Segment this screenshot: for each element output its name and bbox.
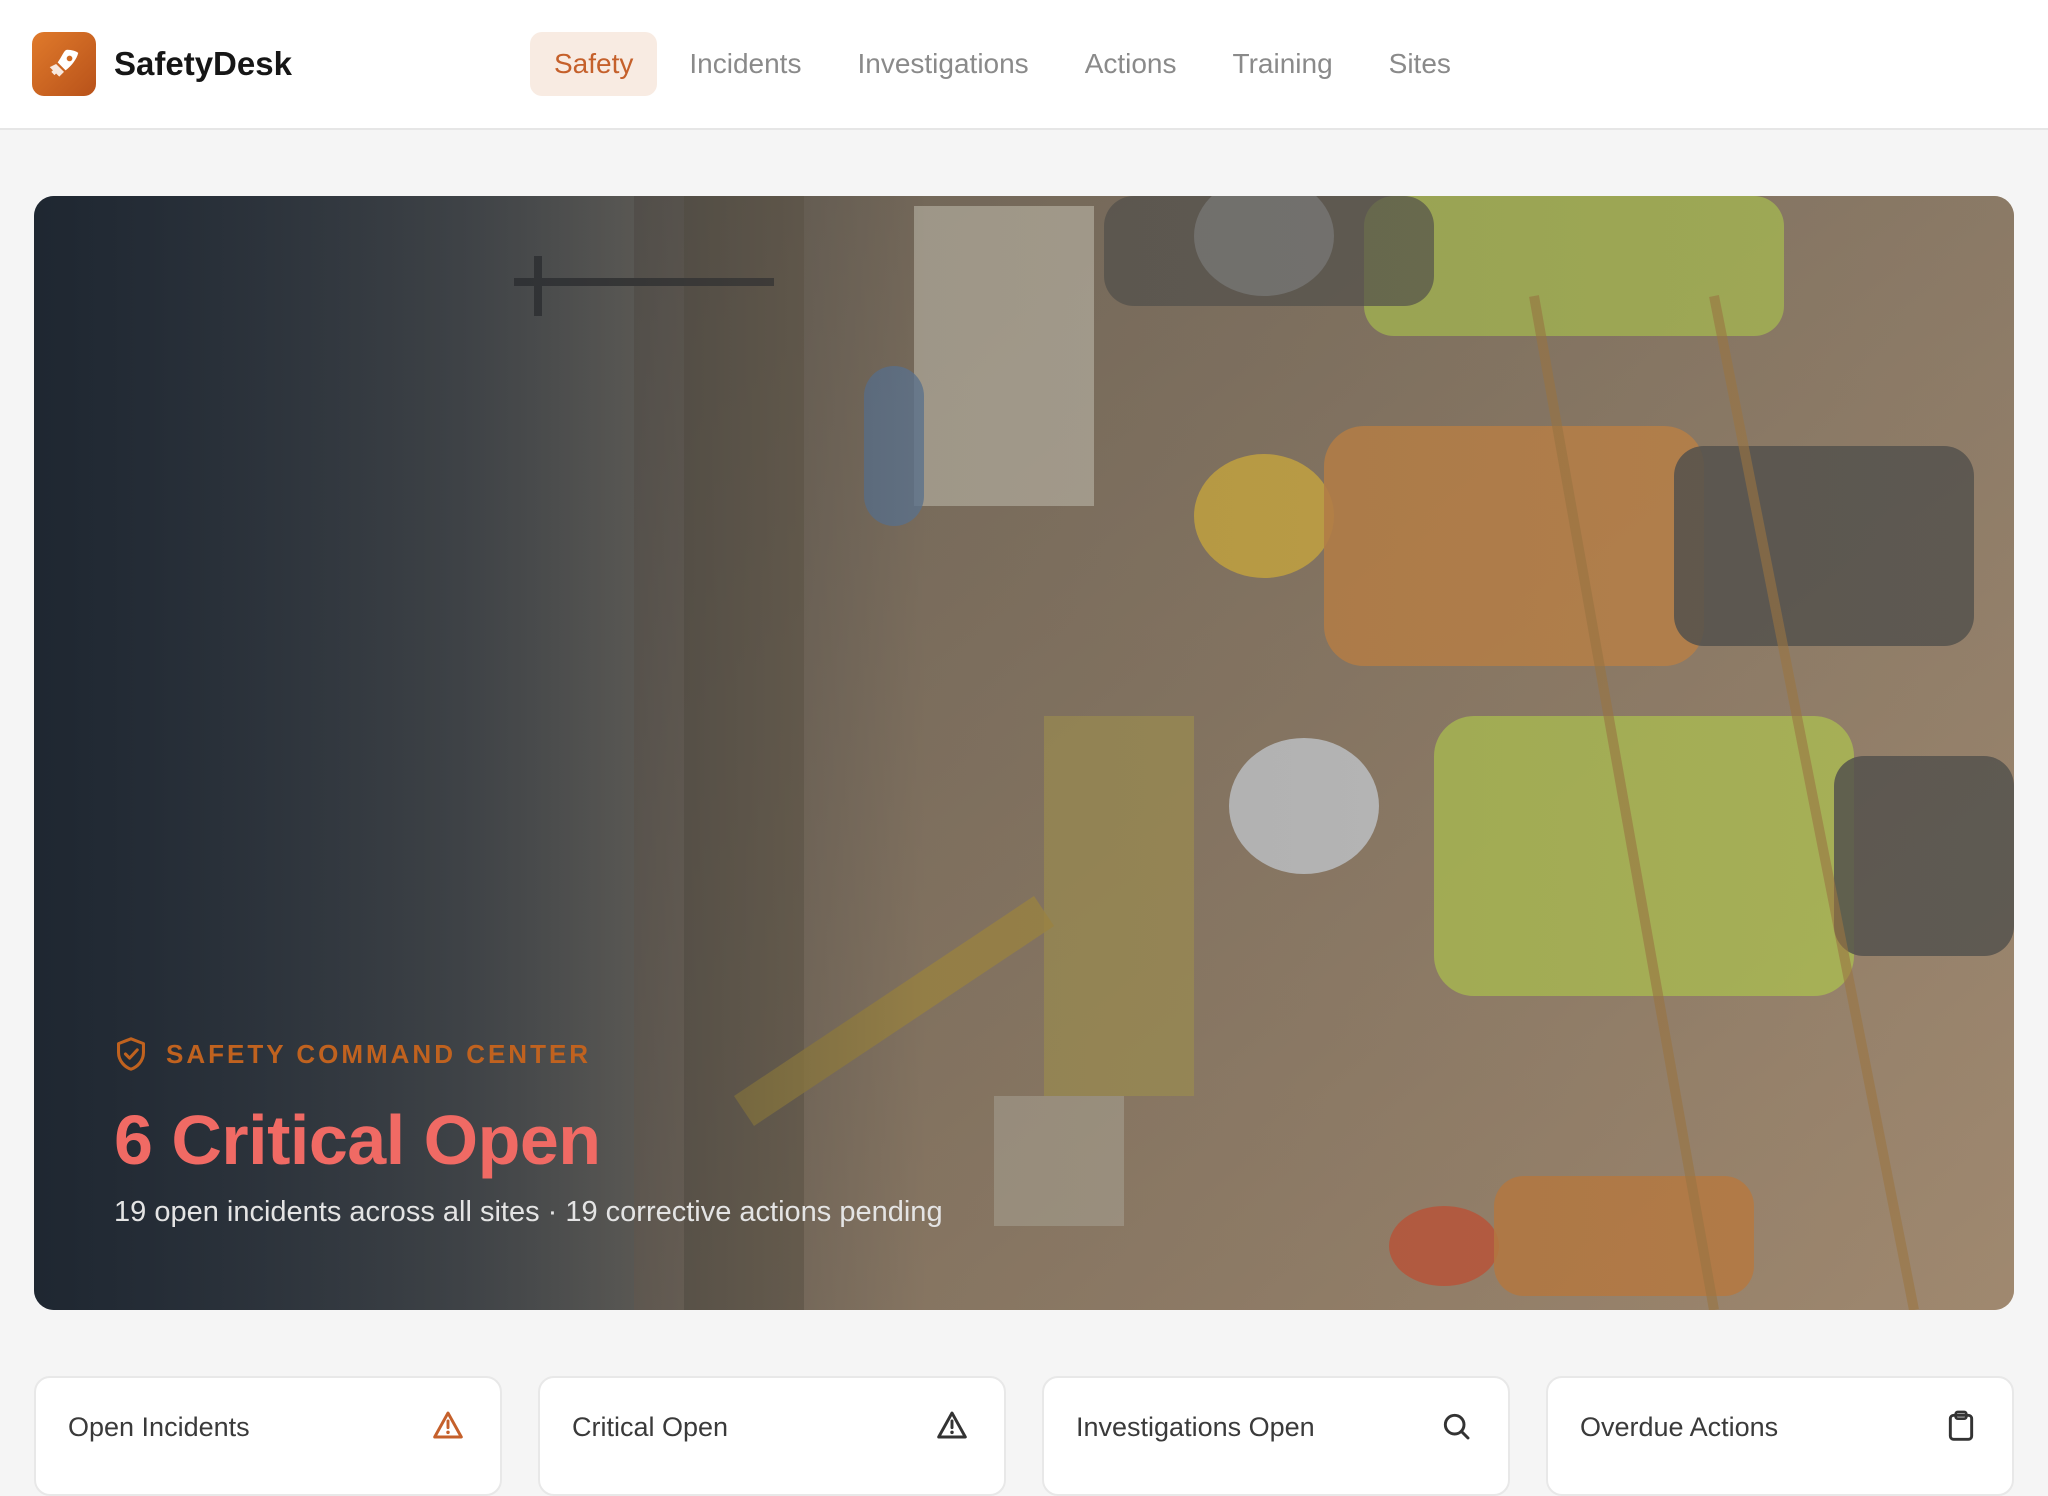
hero-text: SAFETY COMMAND CENTER 6 Critical Open 19…: [114, 1036, 943, 1229]
nav-tab-safety[interactable]: Safety: [530, 32, 658, 96]
warning-triangle-icon: [433, 1411, 463, 1439]
hero-title: 6 Critical Open: [114, 1101, 601, 1179]
kpi-card-label: Investigations Open: [1076, 1412, 1315, 1442]
hero-eyebrow: SAFETY COMMAND CENTER: [114, 1036, 943, 1072]
clipboard-icon: [1948, 1410, 1974, 1441]
brand-name: SafetyDesk: [114, 45, 292, 82]
nav-tab-actions[interactable]: Actions: [1061, 32, 1201, 96]
kpi-card-open-incidents[interactable]: Open Incidents: [34, 1376, 502, 1496]
search-icon: [1443, 1413, 1470, 1440]
nav-tab-training[interactable]: Training: [1209, 32, 1357, 96]
hero-eyebrow-label: SAFETY COMMAND CENTER: [166, 1038, 592, 1069]
top-bar: SafetyDesk Safety Incidents Investigatio…: [0, 0, 2048, 130]
nav-tab-sites[interactable]: Sites: [1365, 32, 1475, 96]
alert-triangle-icon: [937, 1411, 967, 1439]
shield-check-icon: [117, 1037, 145, 1071]
kpi-cards: Open Incidents Critical Open Investigati…: [34, 1376, 2014, 1496]
hero-subtitle: 19 open incidents across all sites · 19 …: [114, 1196, 943, 1228]
brand[interactable]: SafetyDesk: [32, 32, 292, 96]
hero-banner: SAFETY COMMAND CENTER 6 Critical Open 19…: [34, 196, 2014, 1310]
kpi-card-label: Open Incidents: [68, 1412, 250, 1442]
rocket-logo-icon: [32, 32, 96, 96]
kpi-card-critical-open[interactable]: Critical Open: [538, 1376, 1006, 1496]
kpi-card-investigations-open[interactable]: Investigations Open: [1042, 1376, 1510, 1496]
nav-tab-incidents[interactable]: Incidents: [665, 32, 825, 96]
kpi-card-label: Overdue Actions: [1580, 1412, 1779, 1442]
main-nav: Safety Incidents Investigations Actions …: [530, 32, 1483, 96]
kpi-card-overdue-actions[interactable]: Overdue Actions: [1546, 1376, 2014, 1496]
kpi-card-label: Critical Open: [572, 1412, 729, 1442]
nav-tab-investigations[interactable]: Investigations: [833, 32, 1052, 96]
